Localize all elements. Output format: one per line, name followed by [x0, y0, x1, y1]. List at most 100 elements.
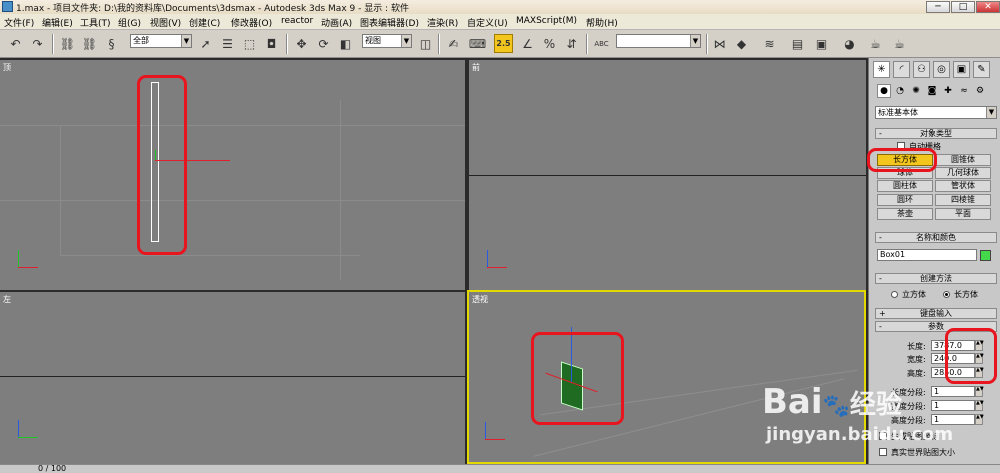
viewport-label-left[interactable]: 左: [3, 294, 11, 305]
grid-line: [0, 125, 465, 126]
select-and-move-icon[interactable]: ✥: [292, 34, 311, 53]
quick-render-icon[interactable]: ☕: [890, 34, 909, 53]
helpers-icon[interactable]: ✚: [941, 84, 955, 98]
menu-group[interactable]: 组(G): [118, 16, 141, 29]
rollout-name-color[interactable]: - 名称和颜色: [875, 232, 997, 243]
cone-button[interactable]: 圆锥体: [935, 154, 991, 166]
schematic-view-icon[interactable]: ▣: [812, 34, 831, 53]
select-and-rotate-icon[interactable]: ⟳: [314, 34, 333, 53]
cylinder-button[interactable]: 圆柱体: [877, 180, 933, 192]
length-segs-spinner[interactable]: 1 ▲▼: [931, 386, 984, 397]
rectangular-selection-icon[interactable]: ⬚: [240, 34, 259, 53]
spinner-snap-icon[interactable]: ⇵: [562, 34, 581, 53]
shapes-icon[interactable]: ◔: [893, 84, 907, 98]
reference-coordinate-value: 视图: [365, 36, 381, 45]
real-world-map-checkbox[interactable]: [879, 448, 887, 456]
select-and-manipulate-icon[interactable]: ✍: [444, 34, 463, 53]
space-warps-icon[interactable]: ≈: [957, 84, 971, 98]
menu-reactor[interactable]: reactor: [281, 16, 313, 26]
menu-file[interactable]: 文件(F): [4, 16, 34, 29]
menu-rendering[interactable]: 渲染(R): [427, 16, 458, 29]
menu-views[interactable]: 视图(V): [150, 16, 181, 29]
pyramid-button[interactable]: 四棱锥: [935, 194, 991, 206]
object-name-field[interactable]: Box01: [877, 249, 977, 261]
mirror-icon[interactable]: ⋈: [710, 34, 729, 53]
unlink-icon[interactable]: ⛓: [80, 34, 99, 53]
reference-coordinate-dropdown[interactable]: 视图 ▼: [362, 34, 412, 48]
menu-help[interactable]: 帮助(H): [586, 16, 618, 29]
spinner-arrows-icon[interactable]: ▲▼: [975, 400, 984, 411]
expand-icon: +: [879, 309, 886, 318]
percent-snap-icon[interactable]: %: [540, 34, 559, 53]
pivot-center-icon[interactable]: ◫: [416, 34, 435, 53]
geosphere-button[interactable]: 几何球体: [935, 167, 991, 179]
redo-icon[interactable]: ↷: [28, 34, 47, 53]
cube-radio[interactable]: [891, 291, 898, 298]
axis-tripod-z: [18, 420, 19, 438]
layer-manager-icon[interactable]: ≋: [760, 34, 779, 53]
cameras-icon[interactable]: ◙: [925, 84, 939, 98]
align-icon[interactable]: ◆: [732, 34, 751, 53]
tab-hierarchy[interactable]: ⚇: [913, 61, 930, 78]
selection-filter-dropdown[interactable]: 全部 ▼: [130, 34, 192, 48]
menu-customize[interactable]: 自定义(U): [467, 16, 508, 29]
menu-create[interactable]: 创建(C): [189, 16, 220, 29]
select-and-link-icon[interactable]: ⛓: [58, 34, 77, 53]
named-selection-dropdown[interactable]: ▼: [616, 34, 701, 48]
select-object-icon[interactable]: ➚: [196, 34, 215, 53]
tube-button[interactable]: 管状体: [935, 180, 991, 192]
curve-editor-icon[interactable]: ▤: [788, 34, 807, 53]
undo-icon[interactable]: ↶: [6, 34, 25, 53]
viewport-top[interactable]: 顶: [0, 60, 465, 290]
box-radio[interactable]: [943, 291, 950, 298]
spinner-arrows-icon[interactable]: ▲▼: [975, 414, 984, 425]
tab-create[interactable]: ✳: [873, 61, 890, 78]
tab-utilities[interactable]: ✎: [973, 61, 990, 78]
viewport-front[interactable]: 前: [469, 60, 866, 290]
grid-line: [60, 125, 61, 255]
render-scene-icon[interactable]: ☕: [866, 34, 885, 53]
torus-button[interactable]: 圆环: [877, 194, 933, 206]
material-editor-icon[interactable]: ◕: [840, 34, 859, 53]
width-segs-spinner[interactable]: 1 ▲▼: [931, 400, 984, 411]
object-color-swatch[interactable]: [980, 250, 991, 261]
length-segs-value: 1: [934, 387, 940, 396]
menu-maxscript[interactable]: MAXScript(M): [516, 16, 577, 26]
angle-snap-icon[interactable]: ∠: [518, 34, 537, 53]
rollout-keyboard-entry[interactable]: + 键盘输入: [875, 308, 997, 319]
maximize-button[interactable]: □: [951, 1, 975, 13]
tab-display[interactable]: ▣: [953, 61, 970, 78]
spinner-arrows-icon[interactable]: ▲▼: [975, 386, 984, 397]
keyboard-shortcut-override-icon[interactable]: ⌨: [468, 34, 487, 53]
geometry-icon[interactable]: ●: [877, 84, 891, 98]
grid-line: [0, 200, 465, 201]
select-by-name-icon[interactable]: ☰: [218, 34, 237, 53]
viewport-label-perspective[interactable]: 透视: [472, 294, 488, 305]
bind-space-warp-icon[interactable]: §: [102, 34, 121, 53]
viewport-label-top[interactable]: 顶: [3, 62, 11, 73]
teapot-button[interactable]: 茶壶: [877, 208, 933, 220]
menu-bar: 文件(F) 编辑(E) 工具(T) 组(G) 视图(V) 创建(C) 修改器(O…: [0, 14, 1000, 30]
rollout-object-type[interactable]: - 对象类型: [875, 128, 997, 139]
snaps-toggle-icon[interactable]: 2.5: [494, 34, 513, 53]
menu-edit[interactable]: 编辑(E): [42, 16, 73, 29]
plane-button[interactable]: 平面: [935, 208, 991, 220]
axis-tripod-y: [18, 250, 19, 268]
menu-animation[interactable]: 动画(A): [321, 16, 352, 29]
close-button[interactable]: ✕: [976, 1, 1000, 13]
edit-named-selection-icon[interactable]: ABC: [592, 34, 611, 53]
rollout-creation-method[interactable]: - 创建方法: [875, 273, 997, 284]
minimize-button[interactable]: ─: [926, 1, 950, 13]
viewport-label-front[interactable]: 前: [472, 62, 480, 73]
tab-modify[interactable]: ◜: [893, 61, 910, 78]
tab-motion[interactable]: ◎: [933, 61, 950, 78]
menu-modifiers[interactable]: 修改器(O): [231, 16, 272, 29]
select-and-scale-icon[interactable]: ◧: [336, 34, 355, 53]
systems-icon[interactable]: ⚙: [973, 84, 987, 98]
lights-icon[interactable]: ✺: [909, 84, 923, 98]
menu-tools[interactable]: 工具(T): [80, 16, 111, 29]
menu-graph-editors[interactable]: 图表编辑器(D): [360, 16, 419, 29]
category-dropdown[interactable]: 标准基本体 ▼: [875, 106, 997, 119]
viewport-left[interactable]: 左: [0, 292, 465, 464]
window-crossing-icon[interactable]: ◘: [262, 34, 281, 53]
